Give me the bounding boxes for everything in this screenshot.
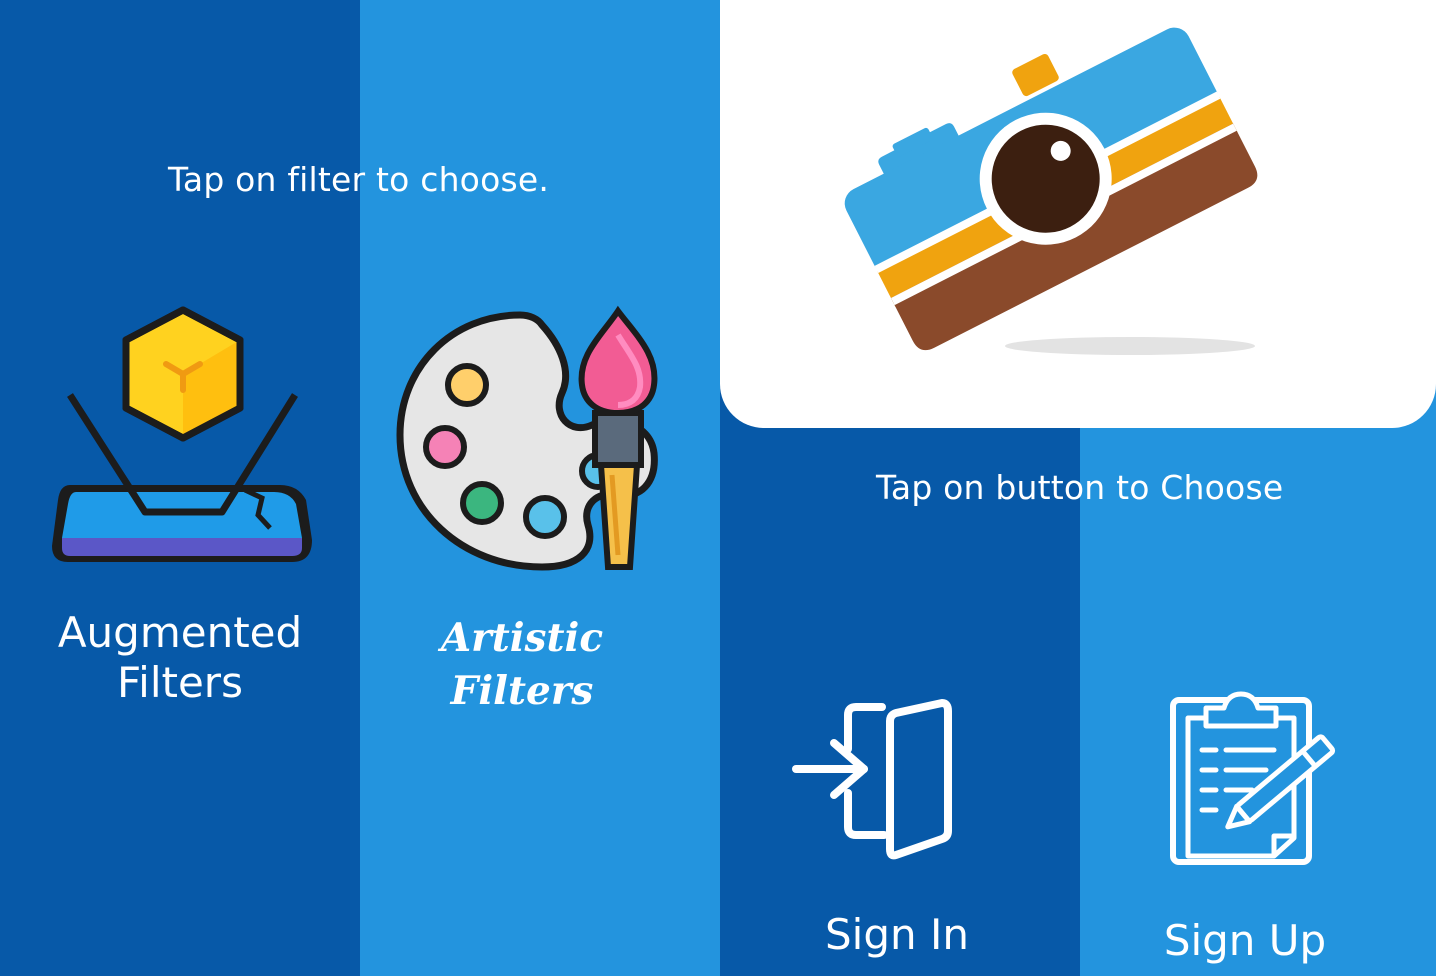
augmented-filters-label[interactable]: Augmented Filters bbox=[30, 608, 330, 707]
artistic-filters-label-line2: Filters bbox=[450, 667, 594, 714]
paint-palette-icon[interactable] bbox=[392, 305, 667, 580]
sign-in-icon[interactable] bbox=[790, 695, 960, 865]
augmented-filters-label-line2: Filters bbox=[117, 657, 243, 707]
artistic-filters-label-line1: Artistic bbox=[440, 615, 604, 661]
ar-hologram-icon[interactable] bbox=[40, 300, 330, 590]
augmented-filters-label-line1: Augmented bbox=[57, 608, 303, 657]
sign-up-button[interactable]: Sign Up bbox=[1120, 916, 1370, 966]
sign-in-button[interactable]: Sign In bbox=[770, 910, 1024, 960]
artistic-filters-label[interactable]: Artistic Filters bbox=[380, 612, 664, 717]
sign-up-clipboard-icon[interactable] bbox=[1166, 688, 1346, 873]
camera-logo-icon bbox=[844, 27, 1258, 355]
button-hint-text: Tap on button to Choose bbox=[876, 468, 1284, 507]
camera-logo-card bbox=[720, 0, 1436, 428]
filter-hint-text: Tap on filter to choose. bbox=[168, 160, 550, 199]
